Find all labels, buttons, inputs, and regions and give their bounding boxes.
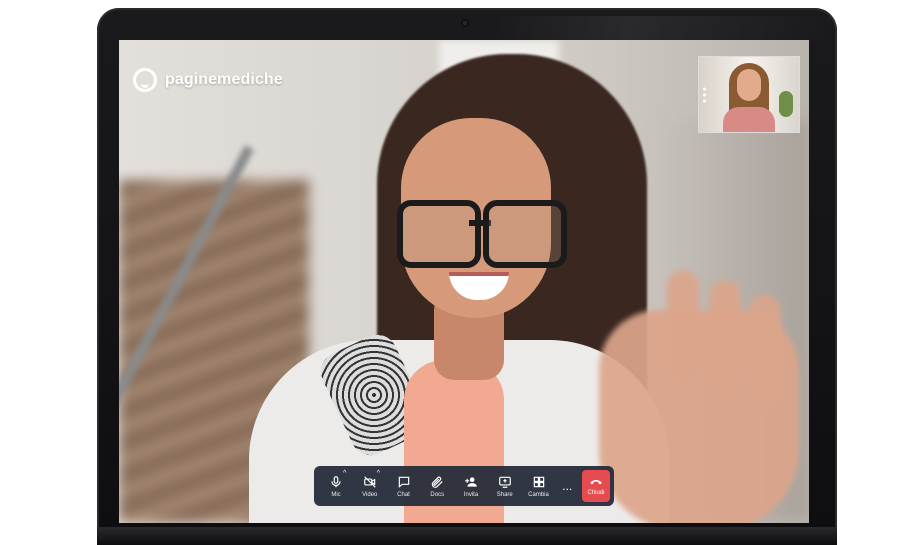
self-view-menu-icon[interactable] bbox=[703, 87, 707, 102]
grid-layout-icon bbox=[533, 476, 544, 487]
call-toolbar: ^ Mic ^ Video Chat Docs Invita Share Cam… bbox=[314, 466, 614, 506]
video-label: Video bbox=[362, 491, 378, 498]
chevron-up-icon[interactable]: ^ bbox=[377, 470, 384, 477]
docs-label: Docs bbox=[430, 491, 445, 498]
add-person-icon bbox=[465, 476, 477, 487]
finger bbox=[709, 280, 741, 390]
close-label: Chiudi bbox=[587, 489, 605, 496]
paperclip-icon bbox=[432, 476, 443, 488]
video-off-icon bbox=[363, 475, 376, 488]
chat-bubble-icon bbox=[398, 476, 409, 488]
docs-button[interactable]: Docs bbox=[423, 468, 451, 504]
share-label: Share bbox=[496, 491, 513, 498]
switch-layout-button[interactable]: Cambia bbox=[525, 468, 553, 504]
microphone-icon bbox=[331, 475, 341, 487]
participant-glasses bbox=[397, 200, 567, 268]
screen-share-icon bbox=[498, 476, 511, 488]
chat-button[interactable]: Chat bbox=[390, 468, 418, 504]
glasses-lens-right bbox=[483, 200, 567, 268]
finger bbox=[749, 295, 781, 405]
more-options-button[interactable]: ... bbox=[558, 480, 576, 492]
invite-button[interactable]: Invita bbox=[457, 468, 485, 504]
laptop-bottom-bezel bbox=[97, 527, 837, 545]
switch-label: Cambia bbox=[528, 491, 549, 498]
hang-up-button[interactable]: Chiudi bbox=[582, 470, 610, 502]
screen-glare bbox=[487, 16, 837, 42]
self-view-body bbox=[723, 107, 775, 132]
invite-label: Invita bbox=[463, 491, 479, 498]
share-button[interactable]: Share bbox=[491, 468, 519, 504]
video-button[interactable]: ^ Video bbox=[356, 468, 384, 504]
hang-up-phone-icon bbox=[590, 479, 602, 484]
chat-label: Chat bbox=[397, 491, 410, 498]
webcam bbox=[461, 19, 469, 27]
chevron-up-icon[interactable]: ^ bbox=[343, 470, 350, 477]
self-view-video[interactable] bbox=[698, 56, 800, 133]
app-logo: paginemediche bbox=[133, 68, 283, 92]
self-view-face bbox=[737, 69, 761, 101]
laptop-frame: paginemediche ^ Mic ^ Video Chat Docs In… bbox=[97, 8, 837, 545]
video-call-screen: paginemediche ^ Mic ^ Video Chat Docs In… bbox=[119, 40, 809, 523]
mic-button[interactable]: ^ Mic bbox=[322, 468, 350, 504]
mic-label: Mic bbox=[331, 491, 341, 498]
finger bbox=[667, 270, 699, 380]
logo-text: paginemediche bbox=[165, 71, 283, 88]
glasses-lens-left bbox=[397, 200, 481, 268]
logo-smile-icon bbox=[133, 68, 157, 92]
self-view-plant bbox=[779, 91, 793, 117]
